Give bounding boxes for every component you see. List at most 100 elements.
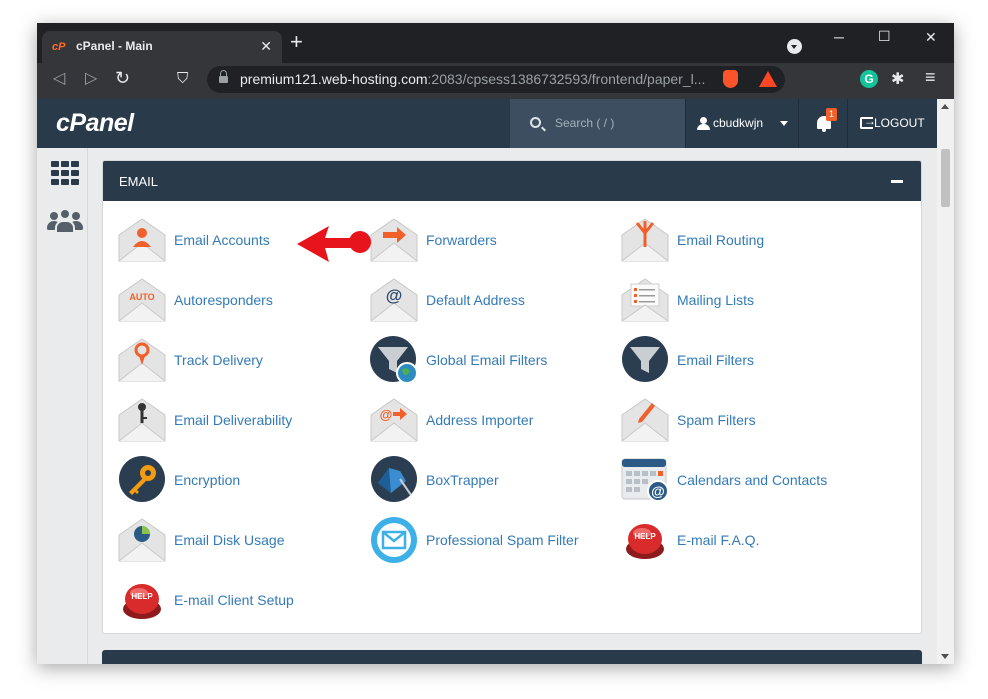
url-path: :2083/cpsess1386732593/frontend/paper_l.…	[427, 71, 706, 87]
search-box[interactable]: Search ( / )	[510, 99, 685, 148]
page-scrollbar[interactable]	[937, 99, 954, 664]
at-icon-text-3: @	[651, 483, 665, 499]
boxtrapper-icon	[371, 456, 417, 502]
lock-icon	[219, 70, 228, 84]
spam-filters-label: Spam Filters	[677, 412, 756, 428]
email-disk-usage-link[interactable]: Email Disk Usage	[117, 515, 367, 567]
forwarders-link[interactable]: Forwarders	[369, 215, 619, 267]
tab-bar: cP cPanel - Main ✕ + ─ ☐ ✕	[37, 23, 954, 63]
tab-search-icon[interactable]	[787, 39, 802, 54]
email-panel-title: EMAIL	[119, 174, 159, 189]
logout-label: LOGOUT	[874, 116, 925, 130]
scroll-up-icon[interactable]	[941, 104, 949, 109]
close-window-button[interactable]: ✕	[925, 29, 937, 46]
mailing-lists-link[interactable]: Mailing Lists	[620, 275, 870, 327]
browser-tab[interactable]: cP cPanel - Main ✕	[42, 31, 282, 63]
address-importer-link[interactable]: @ Address Importer	[369, 395, 619, 447]
user-menu[interactable]: cbudkwjn	[685, 99, 799, 148]
autoresponders-label: Autoresponders	[174, 292, 273, 308]
browser-menu-icon[interactable]: ≡	[925, 67, 936, 88]
email-routing-label: Email Routing	[677, 232, 765, 248]
grammarly-icon[interactable]: G	[860, 70, 878, 88]
email-disk-usage-label: Email Disk Usage	[174, 532, 285, 548]
calendars-contacts-label: Calendars and Contacts	[677, 472, 828, 488]
annotation-arrow-icon	[297, 226, 371, 262]
email-deliverability-link[interactable]: Email Deliverability	[117, 395, 367, 447]
email-routing-icon	[621, 218, 669, 262]
encryption-link[interactable]: Encryption	[117, 455, 367, 507]
reload-button[interactable]: ↻	[115, 68, 130, 88]
address-bar[interactable]: premium121.web-hosting.com:2083/cpsess13…	[207, 66, 785, 93]
browser-window: cP cPanel - Main ✕ + ─ ☐ ✕ ◁ ▷ ↻ ⛉ premi…	[37, 23, 954, 664]
professional-spam-filter-label: Professional Spam Filter	[426, 532, 579, 548]
spam-filters-icon	[621, 398, 669, 442]
cpanel-logo[interactable]: cPanel	[56, 109, 134, 138]
back-button[interactable]: ◁	[53, 69, 65, 89]
brave-rewards-icon[interactable]	[759, 71, 777, 87]
email-deliverability-label: Email Deliverability	[174, 412, 293, 428]
boxtrapper-label: BoxTrapper	[426, 472, 499, 488]
autoresponders-icon: AUTO	[118, 278, 166, 322]
track-delivery-label: Track Delivery	[174, 352, 263, 368]
email-faq-label: E-mail F.A.Q.	[677, 532, 760, 548]
email-filters-icon	[622, 336, 668, 382]
global-email-filters-label: Global Email Filters	[426, 352, 548, 368]
scroll-down-icon[interactable]	[941, 654, 949, 659]
address-importer-label: Address Importer	[426, 412, 534, 428]
email-client-setup-icon: HELP	[123, 584, 161, 619]
users-icon[interactable]	[47, 206, 83, 232]
new-tab-button[interactable]: +	[290, 31, 303, 53]
grid-icon[interactable]	[51, 161, 79, 185]
email-routing-link[interactable]: Email Routing	[620, 215, 870, 267]
global-email-filters-icon	[370, 336, 418, 384]
url-text: premium121.web-hosting.com:2083/cpsess13…	[240, 71, 705, 87]
notification-badge: 1	[826, 108, 837, 121]
search-icon	[530, 117, 541, 128]
logout-button[interactable]: LOGOUT	[849, 99, 937, 148]
default-address-label: Default Address	[426, 292, 525, 308]
boxtrapper-link[interactable]: BoxTrapper	[369, 455, 619, 507]
scrollbar-thumb[interactable]	[941, 149, 950, 207]
email-filters-link[interactable]: Email Filters	[620, 335, 870, 387]
global-email-filters-link[interactable]: Global Email Filters	[369, 335, 619, 387]
email-panel-header[interactable]: EMAIL	[103, 161, 921, 201]
email-faq-link[interactable]: HELP E-mail F.A.Q.	[620, 515, 870, 567]
search-placeholder: Search ( / )	[555, 116, 615, 130]
notifications-button[interactable]: 1	[799, 99, 848, 148]
track-delivery-link[interactable]: Track Delivery	[117, 335, 367, 387]
logout-icon	[860, 114, 876, 129]
email-accounts-label: Email Accounts	[174, 232, 270, 248]
url-host: premium121.web-hosting.com	[240, 71, 428, 87]
bookmark-icon[interactable]: ⛉	[177, 69, 188, 89]
calendars-contacts-link[interactable]: @ Calendars and Contacts	[620, 455, 870, 507]
email-client-setup-link[interactable]: HELP E-mail Client Setup	[117, 575, 367, 627]
browser-toolbar: ◁ ▷ ↻ ⛉ premium121.web-hosting.com:2083/…	[37, 63, 954, 99]
spam-filters-link[interactable]: Spam Filters	[620, 395, 870, 447]
professional-spam-filter-link[interactable]: Professional Spam Filter	[369, 515, 619, 567]
minimize-button[interactable]: ─	[834, 29, 844, 45]
cpanel-favicon-icon: cP	[52, 41, 66, 53]
user-icon	[697, 117, 710, 130]
cpanel-header: cPanel Search ( / ) cbudkwjn 1 LOGOUT	[37, 99, 937, 148]
brave-shields-icon[interactable]	[723, 70, 738, 88]
default-address-link[interactable]: @ Default Address	[369, 275, 619, 327]
professional-spam-filter-icon	[371, 517, 417, 563]
encryption-label: Encryption	[174, 472, 241, 488]
collapse-icon[interactable]	[891, 180, 903, 183]
help-icon-text-2: HELP	[131, 592, 153, 601]
extensions-icon[interactable]: ✱	[891, 69, 904, 89]
maximize-button[interactable]: ☐	[878, 28, 891, 45]
forward-button[interactable]: ▷	[85, 69, 97, 89]
email-filters-label: Email Filters	[677, 352, 755, 368]
cpanel-page: cPanel Search ( / ) cbudkwjn 1 LOGOUT	[37, 99, 937, 664]
at-icon-text: @	[386, 286, 403, 305]
calendars-contacts-icon: @	[621, 458, 669, 502]
address-importer-icon: @	[370, 398, 418, 442]
default-address-icon: @	[370, 278, 418, 322]
mailing-lists-label: Mailing Lists	[677, 292, 755, 308]
autoresponders-link[interactable]: AUTO Autoresponders	[117, 275, 367, 327]
next-panel-header[interactable]	[102, 650, 922, 664]
encryption-icon	[119, 456, 165, 502]
email-accounts-icon	[118, 218, 166, 262]
tab-close-icon[interactable]: ✕	[260, 38, 272, 55]
